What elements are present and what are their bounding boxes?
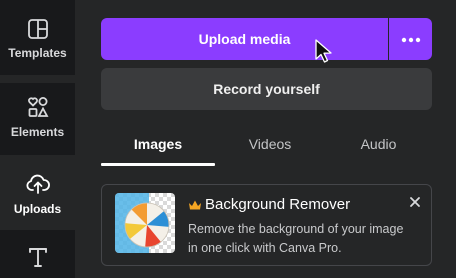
tab-label: Images bbox=[133, 136, 183, 152]
uploads-panel: Upload media Record yourself Images Vide… bbox=[75, 0, 456, 278]
close-icon[interactable] bbox=[409, 195, 421, 207]
more-horizontal-icon bbox=[401, 30, 421, 48]
mouse-pointer-icon bbox=[314, 38, 334, 69]
templates-icon bbox=[27, 18, 49, 40]
sidebar-item-label: Elements bbox=[10, 125, 65, 139]
text-icon bbox=[27, 246, 49, 268]
beach-ball-thumbnail bbox=[115, 193, 175, 253]
upload-media-button[interactable]: Upload media bbox=[101, 18, 388, 60]
rail-divider bbox=[0, 75, 75, 83]
active-tab-indicator bbox=[101, 163, 215, 166]
upload-cloud-icon bbox=[25, 172, 51, 196]
record-yourself-button[interactable]: Record yourself bbox=[101, 68, 432, 110]
elements-icon bbox=[26, 95, 50, 119]
tab-label: Audio bbox=[360, 136, 397, 152]
sidebar-item-text[interactable] bbox=[0, 232, 75, 278]
promo-title-text: Background Remover bbox=[205, 196, 351, 213]
upload-media-label: Upload media bbox=[198, 31, 291, 47]
tab-audio[interactable]: Audio bbox=[325, 126, 432, 166]
sidebar-item-label: Uploads bbox=[13, 202, 62, 216]
background-remover-promo-card[interactable]: Background Remover Remove the background… bbox=[101, 184, 432, 266]
tab-label: Videos bbox=[248, 136, 292, 152]
promo-title: Background Remover bbox=[188, 196, 350, 213]
crown-icon bbox=[188, 199, 202, 211]
side-navigation-rail: Templates Elements Uploads bbox=[0, 0, 75, 278]
sidebar-item-templates[interactable]: Templates bbox=[0, 0, 75, 75]
sidebar-item-label: Templates bbox=[8, 46, 67, 60]
promo-description: Remove the background of your image in o… bbox=[188, 222, 404, 255]
more-options-button[interactable] bbox=[389, 18, 432, 60]
record-yourself-label: Record yourself bbox=[213, 81, 320, 97]
sidebar-item-uploads[interactable]: Uploads bbox=[0, 160, 75, 230]
sidebar-item-elements[interactable]: Elements bbox=[0, 83, 75, 155]
tab-images[interactable]: Images bbox=[101, 126, 215, 166]
media-tabs: Images Videos Audio bbox=[101, 126, 432, 166]
tab-videos[interactable]: Videos bbox=[215, 126, 325, 166]
